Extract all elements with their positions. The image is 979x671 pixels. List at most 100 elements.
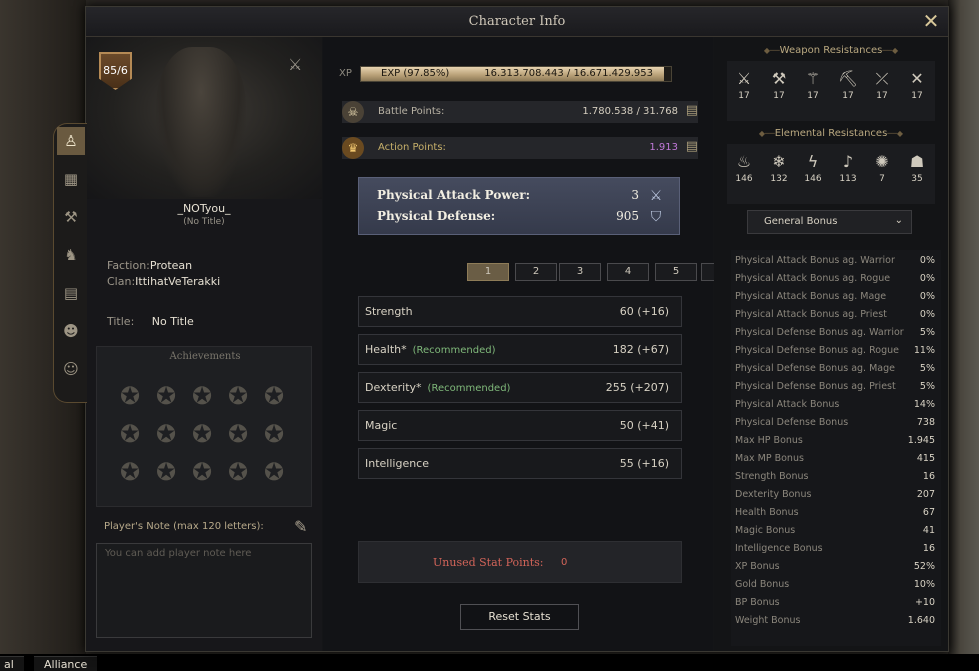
- bonus-name: Max HP Bonus: [735, 435, 803, 446]
- title-bar: Character Info ✕: [86, 7, 948, 37]
- achievement-slot-icon[interactable]: ✪: [259, 419, 289, 449]
- achievement-slot-icon[interactable]: ✪: [223, 457, 253, 487]
- bonus-value: 11%: [913, 345, 935, 356]
- reset-stats-button[interactable]: Reset Stats: [460, 604, 579, 630]
- bonus-row: Physical Defense Bonus 738: [735, 414, 935, 432]
- tab-mount-icon[interactable]: ♞: [57, 241, 85, 269]
- bottom-tab-1[interactable]: al: [0, 656, 24, 671]
- page-tab-1[interactable]: 1: [467, 263, 509, 281]
- attribute-row-dexterity[interactable]: Dexterity* (Recommended) 255 (+207): [358, 372, 682, 403]
- tab-character-icon[interactable]: ♙: [57, 127, 85, 155]
- bonus-name: Intelligence Bonus: [735, 543, 823, 554]
- achievement-slot-icon[interactable]: ✪: [187, 457, 217, 487]
- bonus-value: 207: [916, 489, 935, 500]
- attribute-value: 60 (+16): [619, 305, 669, 318]
- achievement-slot-icon[interactable]: ✪: [151, 457, 181, 487]
- bonus-name: Physical Defense Bonus ag. Rogue: [735, 345, 899, 356]
- bonus-value: +10: [914, 597, 935, 608]
- attribute-row-magic[interactable]: Magic 50 (+41): [358, 410, 682, 441]
- bottom-tab-alliance[interactable]: Alliance: [34, 656, 98, 671]
- tab-friends-icon[interactable]: ☻: [57, 317, 85, 345]
- clan-value: IttihatVeTerakki: [135, 275, 221, 288]
- tab-anvil-icon[interactable]: ⚒: [57, 203, 85, 231]
- unused-stat-points: Unused Stat Points: 0: [358, 541, 682, 583]
- weapon-res-spears: ⤫ 17: [865, 67, 899, 101]
- weapon-resistances-heading: Weapon Resistances: [714, 45, 948, 56]
- xp-bar: EXP (97.85%) 16.313.708.443 / 16.671.429…: [360, 66, 672, 82]
- bonus-name: Physical Attack Bonus ag. Rogue: [735, 273, 891, 284]
- bonus-value: 16: [922, 543, 935, 554]
- character-name: _NOTyou_: [177, 202, 231, 215]
- character-info-window: Character Info ✕ 85/6 ⚔ _NOTyou_ (No Tit…: [53, 6, 949, 652]
- achievement-slot-icon[interactable]: ✪: [259, 457, 289, 487]
- ice-icon: ❄: [772, 152, 786, 171]
- page-tab-5[interactable]: 5: [655, 263, 697, 281]
- achievement-slot-icon[interactable]: ✪: [115, 419, 145, 449]
- bonus-value: 5%: [919, 381, 935, 392]
- bonus-name: Physical Defense Bonus ag. Priest: [735, 381, 896, 392]
- achievement-slot-icon[interactable]: ✪: [115, 381, 145, 411]
- xp-value: 16.313.708.443 / 16.671.429.953: [484, 68, 653, 79]
- weapon-res-daggers: ✕ 17: [900, 67, 934, 101]
- bonus-row: Weight Bonus 1.640: [735, 612, 935, 630]
- attack-power-label: Physical Attack Power:: [377, 188, 531, 202]
- bonus-name: Physical Defense Bonus ag. Warrior: [735, 327, 904, 338]
- bonus-name: Health Bonus: [735, 507, 799, 518]
- bonus-name: Physical Attack Bonus ag. Warrior: [735, 255, 895, 266]
- bonus-row: Physical Attack Bonus ag. Mage 0%: [735, 288, 935, 306]
- bonus-name: Physical Attack Bonus ag. Priest: [735, 309, 887, 320]
- bonus-category-dropdown[interactable]: General Bonus ⌄: [747, 210, 912, 234]
- shield-icon: ⛉: [650, 209, 662, 225]
- achievement-slot-icon[interactable]: ✪: [187, 381, 217, 411]
- attribute-row-strength[interactable]: Strength 60 (+16): [358, 296, 682, 327]
- battle-points-value: 1.780.538 / 31.768: [582, 106, 678, 117]
- unused-points-label: Unused Stat Points:: [433, 556, 544, 569]
- page-tab-3[interactable]: 3: [559, 263, 601, 281]
- achievement-slot-icon[interactable]: ✪: [223, 419, 253, 449]
- attribute-row-health[interactable]: Health* (Recommended) 182 (+67): [358, 334, 682, 365]
- scroll-icon[interactable]: ▤: [686, 139, 698, 154]
- pvp-swords-icon[interactable]: ⚔: [288, 55, 302, 74]
- bonus-row: Physical Attack Bonus ag. Priest 0%: [735, 306, 935, 324]
- page-tab-2[interactable]: 2: [515, 263, 557, 281]
- clan-row: Clan:IttihatVeTerakki: [107, 275, 220, 288]
- achievement-slot-icon[interactable]: ✪: [259, 381, 289, 411]
- scroll-icon[interactable]: ▤: [686, 103, 698, 118]
- bonus-row: XP Bonus 52%: [735, 558, 935, 576]
- battle-points-row: ☠ Battle Points: 1.780.538 / 31.768 ▤: [342, 101, 698, 123]
- tab-book-icon[interactable]: ▤: [57, 279, 85, 307]
- weapon-res-axes: ⚒ 17: [762, 67, 796, 101]
- elemental-resistances-grid: ♨ 146 ❄ 132 ϟ 146 ♪ 113 ✺ 7 ☗ 35: [727, 144, 935, 204]
- bonus-name: Physical Attack Bonus: [735, 399, 840, 410]
- elem-res-poison: ♪ 113: [831, 150, 865, 184]
- fire-icon: ♨: [736, 152, 752, 171]
- attack-power-value: 3: [631, 188, 639, 202]
- bonus-value: 52%: [913, 561, 935, 572]
- achievement-slot-icon[interactable]: ✪: [223, 381, 253, 411]
- chevron-down-icon: ⌄: [894, 215, 903, 226]
- bonus-name: BP Bonus: [735, 597, 780, 608]
- achievement-slot-icon[interactable]: ✪: [151, 419, 181, 449]
- bonus-name: Physical Defense Bonus: [735, 417, 849, 428]
- bonus-row: Physical Defense Bonus ag. Warrior 5%: [735, 324, 935, 342]
- faction-row: Faction:Protean: [107, 259, 192, 272]
- mace-icon: ⚚: [805, 69, 821, 88]
- tab-map-icon[interactable]: ▦: [57, 165, 85, 193]
- achievement-slot-icon[interactable]: ✪: [187, 419, 217, 449]
- page-tab-4[interactable]: 4: [607, 263, 649, 281]
- bonus-row: Intelligence Bonus 16: [735, 540, 935, 558]
- xp-percent: EXP (97.85%): [381, 68, 450, 79]
- faction-value: Protean: [149, 259, 193, 272]
- tab-emote-icon[interactable]: ☺: [57, 355, 85, 383]
- title-row: Title: No Title: [107, 315, 194, 328]
- achievement-slot-icon[interactable]: ✪: [151, 381, 181, 411]
- attribute-row-intelligence[interactable]: Intelligence 55 (+16): [358, 448, 682, 479]
- quill-pen-icon[interactable]: ✎: [294, 517, 307, 536]
- weapon-res-picks: ⛏ 17: [831, 67, 865, 101]
- holy-icon: ✺: [875, 152, 889, 171]
- achievement-slot-icon[interactable]: ✪: [115, 457, 145, 487]
- player-note-input[interactable]: You can add player note here: [96, 543, 312, 638]
- bonus-row: Physical Defense Bonus ag. Mage 5%: [735, 360, 935, 378]
- dropdown-selected: General Bonus: [764, 216, 838, 227]
- close-icon[interactable]: ✕: [920, 10, 942, 32]
